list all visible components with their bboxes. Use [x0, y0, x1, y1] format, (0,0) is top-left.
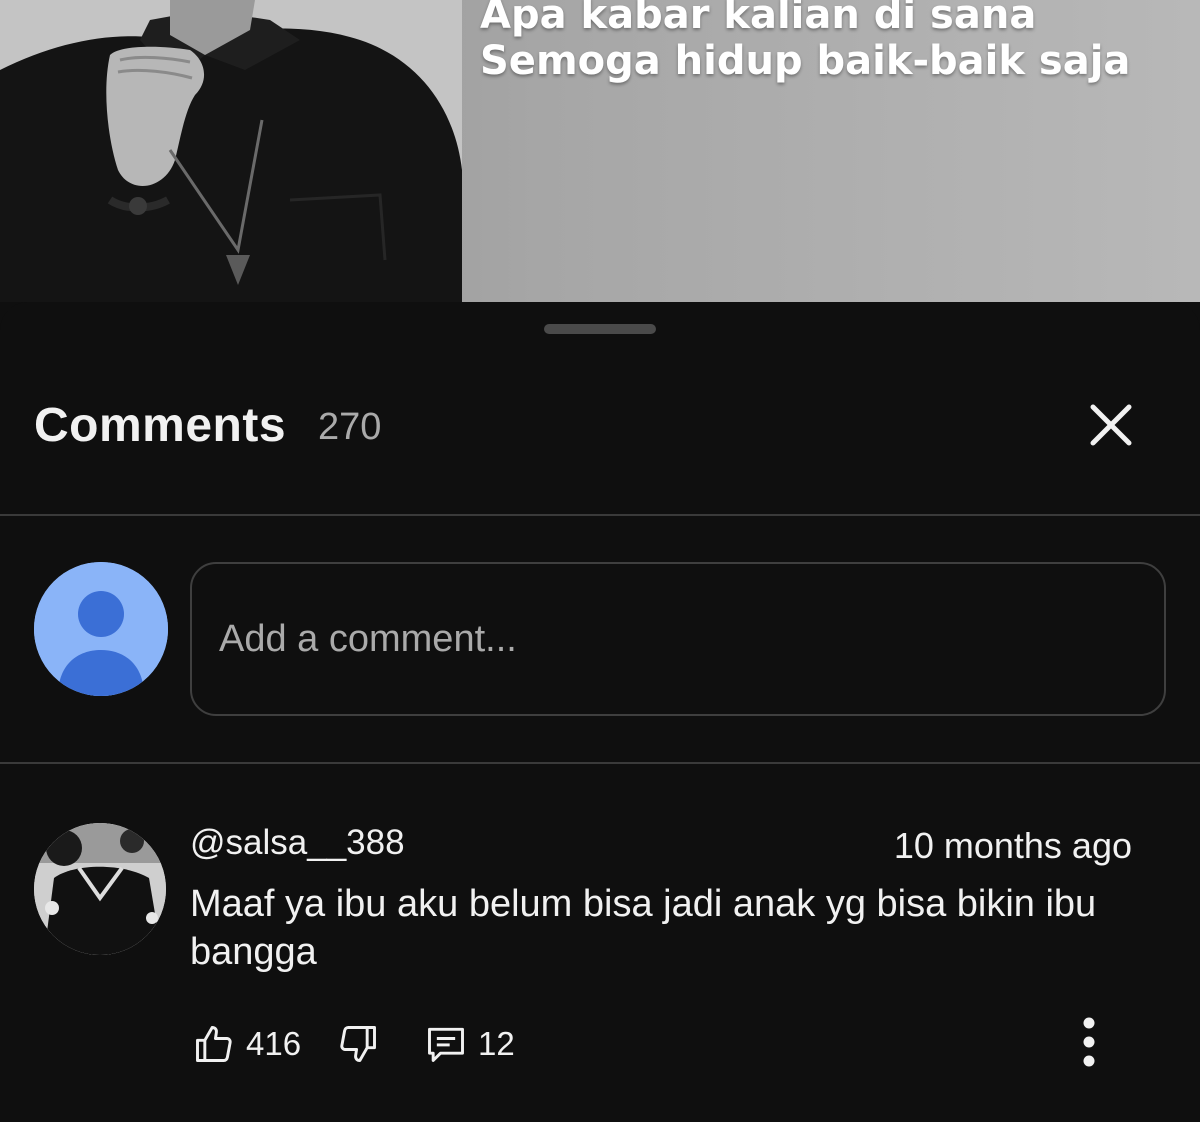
thumbs-down-icon	[340, 1026, 376, 1062]
close-icon[interactable]	[1082, 396, 1140, 454]
video-player[interactable]: Apa kabar kalian di sana Semoga hidup ba…	[0, 0, 1200, 302]
default-avatar-icon	[34, 562, 168, 696]
comments-title: Comments	[34, 399, 287, 452]
avatar[interactable]	[34, 823, 166, 955]
video-lyrics-overlay: Apa kabar kalian di sana Semoga hidup ba…	[480, 0, 1130, 84]
comment-actions: 416 12	[0, 1017, 1200, 1071]
thumbs-up-icon	[196, 1026, 232, 1062]
comment-timestamp: 10 months ago	[893, 825, 1132, 866]
divider	[0, 514, 1200, 516]
like-count: 416	[246, 1025, 302, 1062]
commenter-avatar-image	[34, 823, 166, 955]
video-frame-image	[0, 0, 462, 302]
like-button[interactable]: 416	[192, 1017, 301, 1071]
comment-text: Maaf ya ibu aku belum bisa jadi anak yg …	[190, 883, 1097, 973]
comment-author[interactable]: @salsa__388	[190, 823, 405, 863]
reply-comment-icon	[428, 1027, 464, 1062]
add-comment-input[interactable]	[190, 562, 1166, 716]
reply-count: 12	[478, 1025, 515, 1062]
divider	[0, 762, 1200, 764]
dislike-button[interactable]	[336, 1017, 380, 1071]
lyric-line: Semoga hidup baik-baik saja	[480, 38, 1131, 84]
lyric-line: Apa kabar kalian di sana	[480, 0, 1037, 38]
comments-count: 270	[318, 406, 382, 448]
current-user-avatar	[34, 562, 168, 696]
video-frame-person	[0, 0, 462, 302]
more-vertical-icon[interactable]	[1066, 1014, 1112, 1074]
drag-handle[interactable]	[544, 324, 656, 334]
reply-button[interactable]: 12	[424, 1017, 515, 1071]
